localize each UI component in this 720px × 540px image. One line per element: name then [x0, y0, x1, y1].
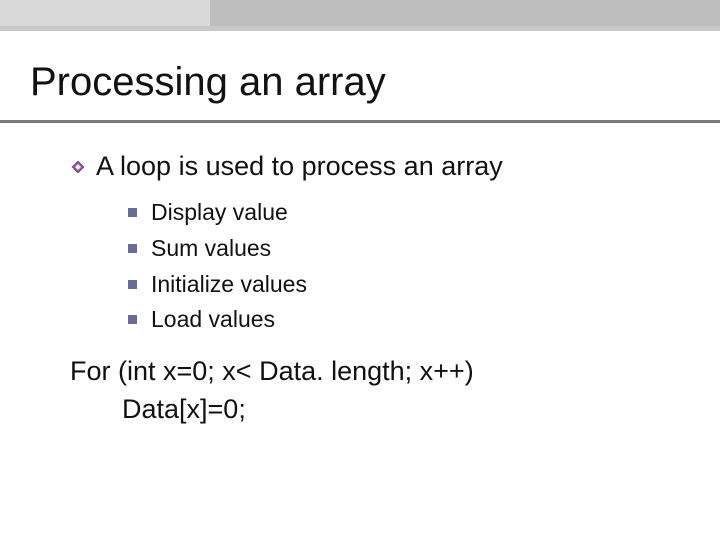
code-line: For (int x=0; x< Data. length; x++) [70, 353, 680, 391]
list-item-label: Display value [151, 198, 288, 228]
slide-top-bar-accent [0, 0, 210, 26]
list-item: Sum values [128, 234, 680, 264]
slide-body: A loop is used to process an array Displ… [70, 150, 680, 429]
list-item-label: Sum values [151, 234, 271, 264]
list-item-label: Load values [151, 305, 275, 335]
diamond-bullet-icon [70, 159, 86, 175]
slide-title: Processing an array [30, 60, 386, 105]
list-item: Initialize values [128, 270, 680, 300]
code-line: Data[x]=0; [70, 391, 680, 429]
list-item-label: Initialize values [151, 270, 307, 300]
title-underline [0, 120, 720, 123]
list-item: Load values [128, 305, 680, 335]
bullet-text: A loop is used to process an array [96, 150, 503, 184]
list-item: Display value [128, 198, 680, 228]
square-bullet-icon [128, 208, 137, 217]
square-bullet-icon [128, 315, 137, 324]
code-block: For (int x=0; x< Data. length; x++) Data… [70, 353, 680, 429]
slide-top-bar [0, 0, 720, 31]
bullet-level1: A loop is used to process an array [70, 150, 680, 184]
slide: Processing an array A loop is used to pr… [0, 0, 720, 540]
sub-bullet-list: Display value Sum values Initialize valu… [128, 198, 680, 336]
square-bullet-icon [128, 244, 137, 253]
square-bullet-icon [128, 280, 137, 289]
